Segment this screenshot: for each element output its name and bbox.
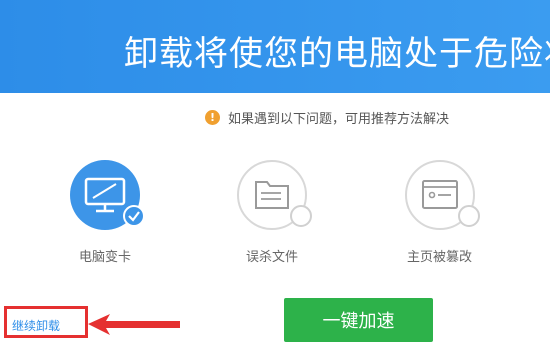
issue-label: 误杀文件	[246, 250, 299, 265]
annotation-arrow-icon	[88, 314, 180, 335]
notice-bar: ! 如果遇到以下问题，可用推荐方法解决	[205, 108, 450, 127]
checkmark-icon	[123, 205, 145, 227]
header-title: 卸载将使您的电脑处于危险状态	[124, 34, 550, 74]
one-click-speedup-button[interactable]: 一键加速	[284, 298, 433, 342]
issue-option-homepage-hijacked[interactable]: 主页被篡改	[405, 160, 485, 270]
info-icon: !	[205, 109, 220, 125]
unchecked-indicator-icon	[290, 205, 312, 227]
issue-label: 电脑变卡	[79, 250, 132, 265]
issue-option-deleted-files[interactable]: 误杀文件	[237, 160, 317, 270]
issue-option-slow-pc[interactable]: 电脑变卡	[70, 160, 150, 270]
unchecked-indicator-icon	[458, 205, 480, 227]
notice-text: 如果遇到以下问题，可用推荐方法解决	[228, 111, 450, 127]
header-banner: 卸载将使您的电脑处于危险状态	[0, 0, 550, 93]
issue-label: 主页被篡改	[407, 250, 473, 265]
continue-uninstall-link[interactable]: 继续卸载	[12, 317, 60, 334]
